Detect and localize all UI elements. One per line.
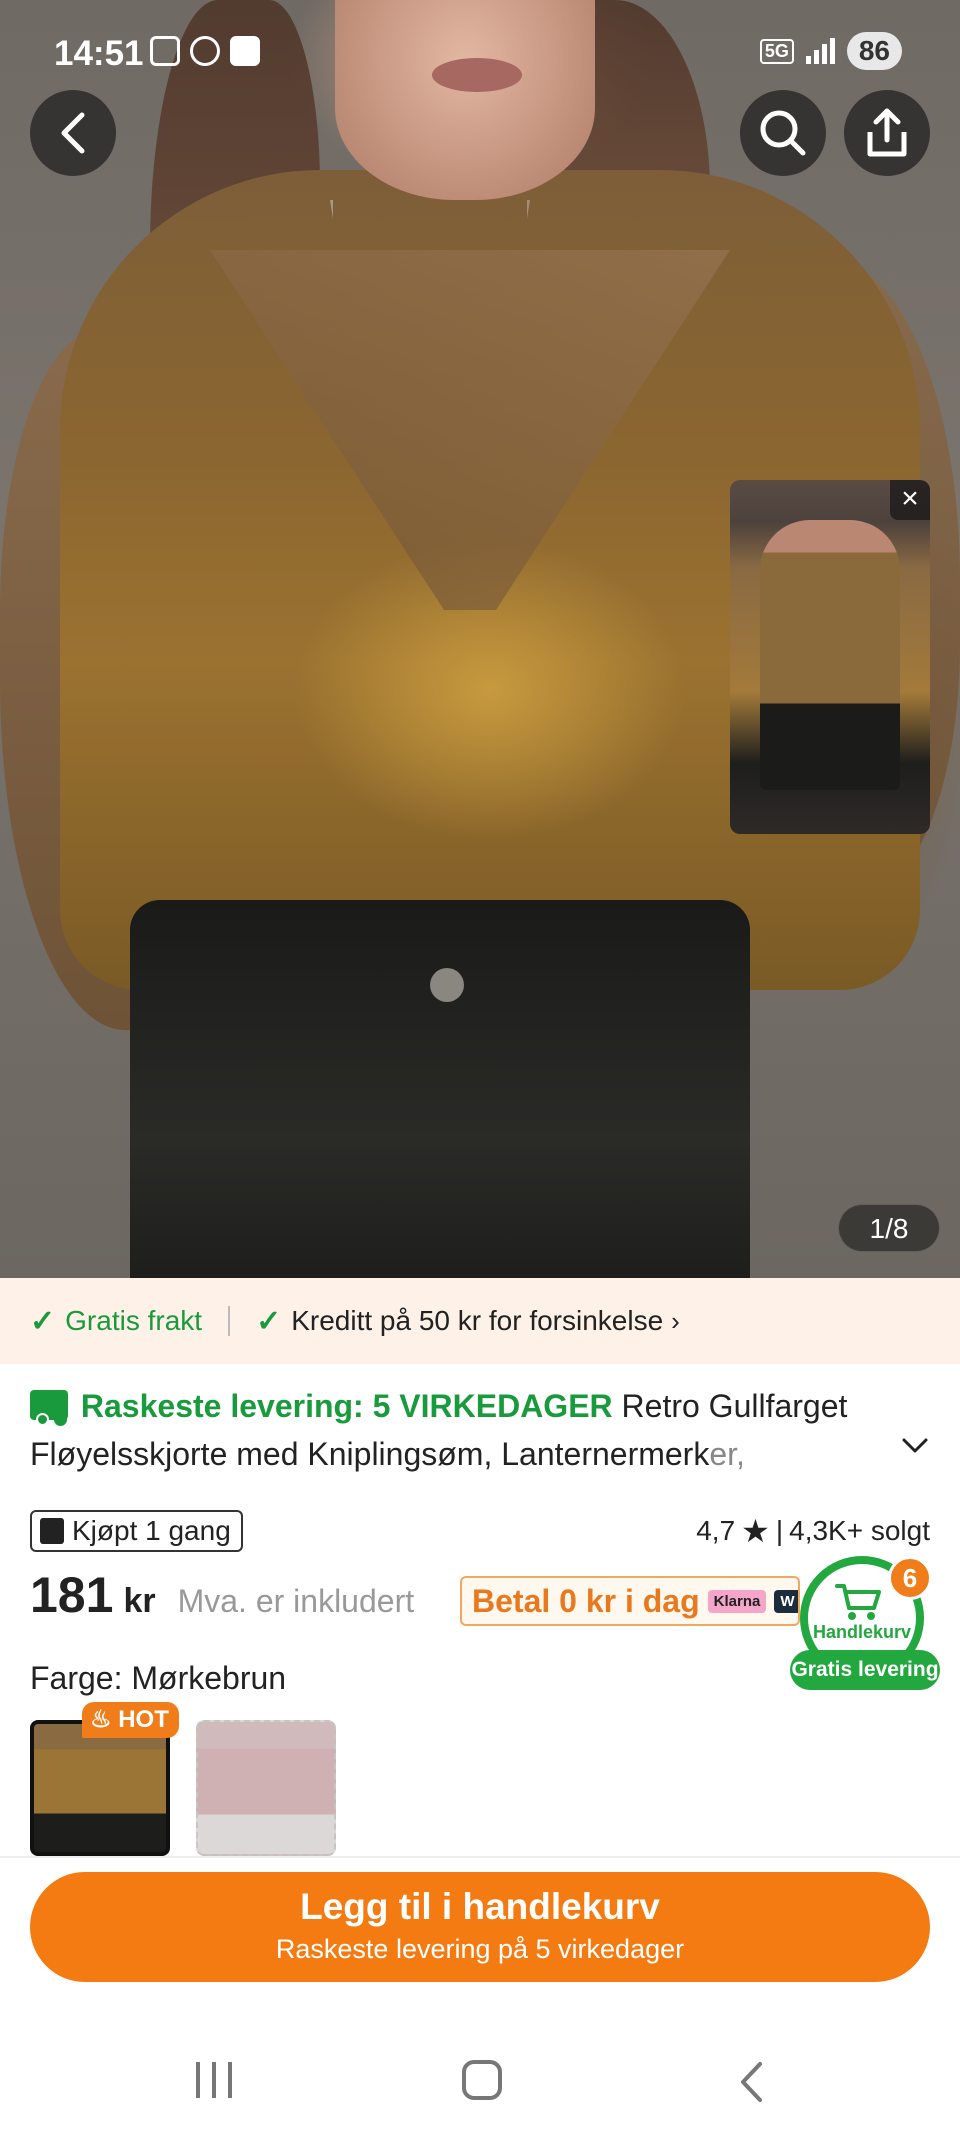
- bought-badge: Kjøpt 1 gang: [30, 1510, 243, 1552]
- check-icon: ✓: [30, 1304, 56, 1338]
- add-to-cart-button[interactable]: Legg til i handlekurv Raskeste levering …: [30, 1872, 930, 1982]
- status-time: 14:51: [54, 34, 144, 73]
- back-icon: [61, 112, 85, 154]
- system-nav-bar: [0, 2020, 960, 2133]
- promo-strip[interactable]: ✓ Gratis frakt ✓ Kreditt på 50 kr for fo…: [0, 1278, 960, 1364]
- cart-icon: [835, 1584, 881, 1620]
- klarna-banner[interactable]: Betal 0 kr i dag Klarna W: [460, 1576, 800, 1626]
- floating-cart-button[interactable]: Handlekurv 6 Gratis levering: [790, 1556, 940, 1692]
- vat-note: Mva. er inkludert: [177, 1583, 415, 1619]
- fast-delivery-label: Raskeste levering: 5 VIRKEDAGER: [80, 1388, 613, 1424]
- add-to-cart-label: Legg til i handlekurv: [300, 1886, 660, 1927]
- bottom-divider: [0, 1856, 960, 1858]
- status-right: 5G 86: [759, 32, 902, 70]
- search-button[interactable]: [740, 90, 826, 176]
- add-to-cart-sublabel: Raskeste levering på 5 virkedager: [275, 1934, 685, 1964]
- rating-value: 4,7: [696, 1515, 736, 1546]
- color-label: Farge: Mørkebrun: [30, 1660, 287, 1696]
- free-delivery-pill: Gratis levering: [790, 1650, 940, 1690]
- rating-sold[interactable]: 4,7 ★ | 4,3K+ solgt: [696, 1512, 930, 1550]
- sold-count: 4,3K+ solgt: [789, 1515, 930, 1546]
- image-counter: 1/8: [838, 1204, 940, 1252]
- fire-icon: ♨: [90, 1706, 112, 1733]
- cart-count-badge: 6: [888, 1556, 932, 1600]
- star-icon: ★: [741, 1513, 770, 1549]
- klarna-logo: Klarna: [707, 1589, 767, 1613]
- truck-icon: [30, 1390, 68, 1426]
- product-name-fade: er,: [709, 1436, 745, 1472]
- hot-text: HOT: [118, 1706, 169, 1733]
- image-jeans-button: [430, 968, 464, 1002]
- share-button[interactable]: [844, 90, 930, 176]
- price-amount: 181: [30, 1567, 114, 1623]
- check-icon: ✓: [256, 1304, 282, 1338]
- klarna-text: Betal 0 kr i dag: [472, 1582, 700, 1619]
- close-icon[interactable]: ×: [890, 480, 930, 520]
- task-icon: [230, 36, 260, 66]
- search-icon: [760, 110, 806, 156]
- battery-icon: 86: [846, 32, 902, 70]
- price: 181 kr Mva. er inkludert: [30, 1566, 414, 1624]
- notification-icons: [150, 36, 260, 66]
- screenshot-icon: [150, 36, 180, 66]
- bag-icon: [40, 1518, 64, 1544]
- share-icon: [867, 108, 907, 157]
- free-shipping-text: Gratis frakt: [65, 1305, 203, 1336]
- hot-badge: ♨ HOT: [82, 1702, 179, 1738]
- image-jeans: [130, 900, 750, 1278]
- price-currency: kr: [123, 1582, 156, 1620]
- back-button[interactable]: [30, 90, 116, 176]
- product-title: Raskeste levering: 5 VIRKEDAGER Retro Gu…: [30, 1382, 890, 1478]
- rating-separator: |: [775, 1515, 784, 1546]
- color-swatch-wine[interactable]: [196, 1720, 336, 1856]
- signal-icon: [805, 38, 835, 64]
- network-icon: 5G: [759, 38, 794, 64]
- home-button[interactable]: [462, 2060, 502, 2100]
- promo-divider: [228, 1306, 231, 1336]
- credit-text: Kreditt på 50 kr for forsinkelse: [291, 1305, 664, 1336]
- chat-icon: [190, 36, 220, 66]
- bought-text: Kjøpt 1 gang: [72, 1515, 231, 1546]
- thumbnail-figure: [760, 520, 900, 790]
- floating-video-thumbnail[interactable]: ×: [730, 480, 930, 834]
- chevron-right-icon: ›: [671, 1305, 680, 1336]
- cart-label: Handlekurv: [812, 1622, 912, 1642]
- status-bar: 14:51 5G 86: [0, 28, 960, 78]
- product-name-2: Fløyelsskjorte med Kniplingsøm, Lanterne…: [30, 1436, 710, 1472]
- product-name-1: Retro Gullfarget: [621, 1388, 848, 1424]
- recent-apps-button[interactable]: [196, 2062, 232, 2098]
- chevron-down-icon[interactable]: [900, 1436, 930, 1456]
- color-swatch-dark-brown[interactable]: [30, 1720, 170, 1856]
- nav-back-icon[interactable]: [738, 2060, 764, 2104]
